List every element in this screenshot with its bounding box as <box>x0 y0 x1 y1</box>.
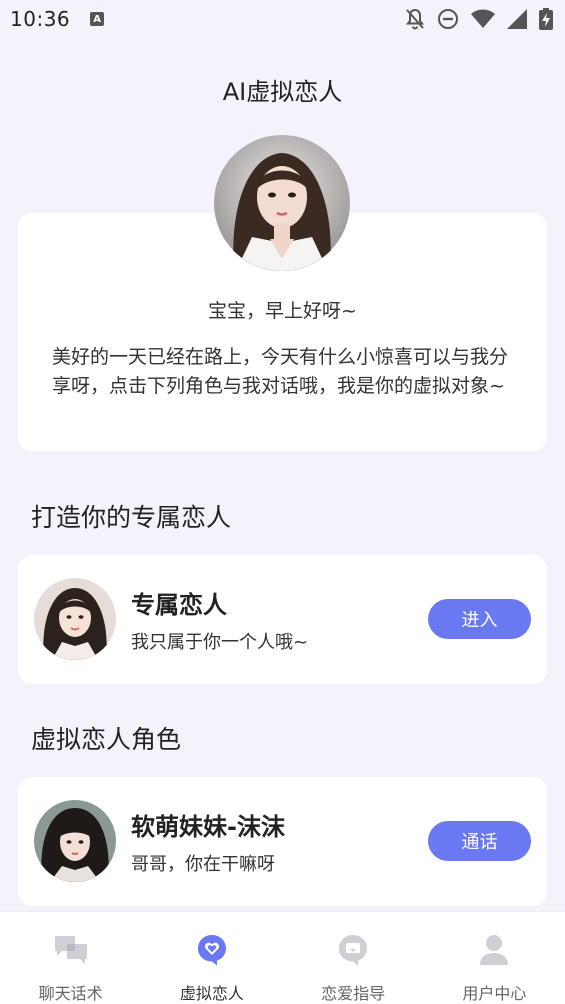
role-card-momo[interactable]: 软萌妹妹-沫沫 哥哥，你在干嘛呀 通话 <box>18 777 547 906</box>
status-bar: 10:36 A <box>0 0 565 38</box>
role-momo-desc: 哥哥，你在干嘛呀 <box>131 854 275 875</box>
battery-charging-icon <box>539 8 553 30</box>
exclusive-lover-desc: 我只属于你一个人哦~ <box>131 632 309 653</box>
chat-bubbles-icon <box>53 932 89 968</box>
exclusive-lover-avatar <box>34 578 116 660</box>
nav-label: 用户中心 <box>462 984 527 1003</box>
heart-chat-icon <box>196 932 228 968</box>
section-title-exclusive: 打造你的专属恋人 <box>31 503 232 532</box>
page-title: AI虚拟恋人 <box>222 78 343 106</box>
status-icons <box>405 8 553 30</box>
call-button[interactable]: 通话 <box>428 821 531 861</box>
bottom-nav: 聊天话术 虚拟恋人 恋爱指导 用户中心 <box>0 911 565 1004</box>
wifi-icon <box>471 9 495 28</box>
nav-item-virtual-lover[interactable]: 虚拟恋人 <box>141 912 282 1004</box>
exclusive-lover-name: 专属恋人 <box>131 591 227 619</box>
nav-item-user-center[interactable]: 用户中心 <box>424 912 565 1004</box>
app-indicator-icon: A <box>90 12 105 26</box>
section-title-roles: 虚拟恋人角色 <box>31 725 182 754</box>
do-not-disturb-icon <box>438 9 458 29</box>
enter-button[interactable]: 进入 <box>428 599 531 639</box>
guide-chat-icon <box>337 932 369 968</box>
role-momo-name: 软萌妹妹-沫沫 <box>131 813 285 841</box>
signal-icon <box>507 9 527 29</box>
status-time: 10:36 <box>10 7 71 31</box>
nav-item-chat-scripts[interactable]: 聊天话术 <box>0 912 141 1004</box>
nav-label: 恋爱指导 <box>321 984 386 1003</box>
exclusive-lover-card[interactable]: 专属恋人 我只属于你一个人哦~ 进入 <box>18 555 547 684</box>
role-momo-avatar <box>34 800 116 882</box>
user-icon <box>479 932 509 968</box>
bell-off-icon <box>405 8 425 30</box>
virtual-lover-avatar <box>214 135 350 271</box>
nav-item-love-guide[interactable]: 恋爱指导 <box>283 912 424 1004</box>
nav-label: 聊天话术 <box>38 984 103 1003</box>
intro-text: 美好的一天已经在路上，今天有什么小惊喜可以与我分享呀，点击下列角色与我对话哦，我… <box>52 346 509 397</box>
greeting-text: 宝宝，早上好呀~ <box>208 300 357 322</box>
nav-label: 虚拟恋人 <box>179 984 244 1003</box>
